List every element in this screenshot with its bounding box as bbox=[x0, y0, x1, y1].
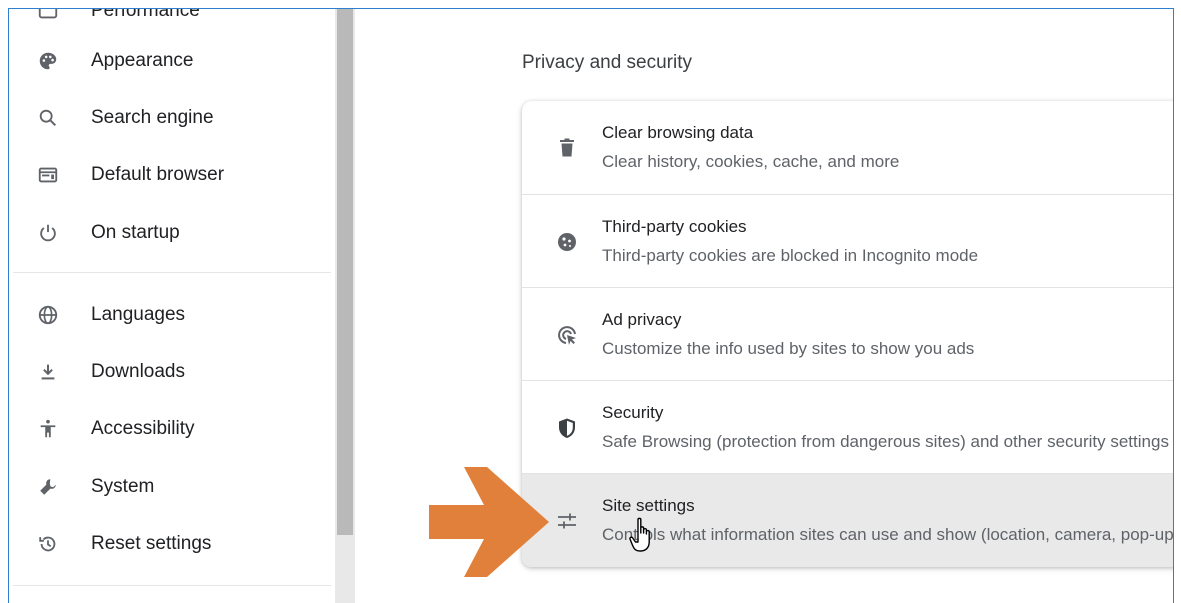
row-title: Clear browsing data bbox=[602, 123, 754, 142]
row-title: Security bbox=[602, 403, 664, 422]
row-title: Third-party cookies bbox=[602, 217, 747, 236]
hand-pointer-icon bbox=[629, 517, 650, 552]
screenshot-frame: Performance Appearance Search engine Def… bbox=[8, 8, 1174, 603]
accessibility-icon bbox=[35, 416, 61, 442]
sidebar-item-languages[interactable]: Languages bbox=[9, 291, 334, 339]
sidebar-item-label: Accessibility bbox=[91, 418, 195, 439]
cookie-icon bbox=[554, 229, 580, 255]
row-title: Ad privacy bbox=[602, 310, 682, 329]
browser-window-icon bbox=[35, 162, 61, 188]
globe-icon bbox=[35, 302, 61, 328]
privacy-security-card: Clear browsing data Clear history, cooki… bbox=[522, 101, 1174, 567]
trash-icon bbox=[554, 135, 580, 161]
sidebar-item-label: Reset settings bbox=[91, 533, 212, 554]
sidebar-scrollbar-thumb[interactable] bbox=[337, 9, 353, 535]
reset-history-icon bbox=[35, 531, 61, 557]
wrench-icon bbox=[35, 474, 61, 500]
sidebar-item-label: Appearance bbox=[91, 50, 194, 71]
palette-icon bbox=[35, 48, 61, 74]
download-icon bbox=[35, 359, 61, 385]
sidebar-item-reset-settings[interactable]: Reset settings bbox=[9, 520, 334, 568]
power-icon bbox=[35, 220, 61, 246]
performance-icon bbox=[35, 9, 61, 24]
row-title: Site settings bbox=[602, 496, 695, 515]
shield-icon bbox=[554, 415, 580, 441]
sidebar-item-label: Languages bbox=[91, 304, 186, 325]
sidebar-item-system[interactable]: System bbox=[9, 463, 334, 511]
sidebar-item-accessibility[interactable]: Accessibility bbox=[9, 405, 334, 453]
sidebar-item-performance[interactable]: Performance bbox=[9, 8, 334, 35]
sidebar-item-downloads[interactable]: Downloads bbox=[9, 348, 334, 396]
sidebar-item-default-browser[interactable]: Default browser bbox=[9, 151, 334, 199]
sidebar-item-label: Downloads bbox=[91, 361, 185, 382]
row-subtitle: Controls what information sites can use … bbox=[602, 525, 1174, 544]
row-third-party-cookies[interactable]: Third-party cookies Third-party cookies … bbox=[522, 195, 1173, 288]
sidebar-item-search-engine[interactable]: Search engine bbox=[9, 94, 334, 142]
sidebar-item-label: Performance bbox=[91, 8, 200, 21]
row-subtitle: Safe Browsing (protection from dangerous… bbox=[602, 432, 1169, 451]
sidebar-item-label: Default browser bbox=[91, 164, 225, 185]
ad-privacy-icon bbox=[554, 322, 580, 348]
row-security[interactable]: Security Safe Browsing (protection from … bbox=[522, 381, 1173, 474]
row-ad-privacy[interactable]: Ad privacy Customize the info used by si… bbox=[522, 288, 1173, 381]
sidebar-item-label: On startup bbox=[91, 222, 180, 243]
sidebar-item-label: System bbox=[91, 476, 155, 497]
sidebar-item-appearance[interactable]: Appearance bbox=[9, 37, 334, 85]
sidebar-divider bbox=[13, 585, 331, 586]
row-site-settings[interactable]: Site settings Controls what information … bbox=[522, 474, 1174, 567]
sidebar-divider bbox=[13, 272, 331, 273]
search-icon bbox=[35, 105, 61, 131]
row-subtitle: Third-party cookies are blocked in Incog… bbox=[602, 246, 979, 265]
row-clear-browsing-data[interactable]: Clear browsing data Clear history, cooki… bbox=[522, 101, 1173, 194]
row-subtitle: Customize the info used by sites to show… bbox=[602, 339, 975, 358]
sidebar-item-label: Search engine bbox=[91, 107, 214, 128]
sliders-icon bbox=[554, 508, 580, 534]
arrow-right-icon bbox=[429, 467, 549, 577]
sidebar-item-on-startup[interactable]: On startup bbox=[9, 209, 334, 257]
row-subtitle: Clear history, cookies, cache, and more bbox=[602, 152, 900, 171]
section-title: Privacy and security bbox=[522, 52, 693, 73]
settings-sidebar: Performance Appearance Search engine Def… bbox=[9, 9, 334, 603]
